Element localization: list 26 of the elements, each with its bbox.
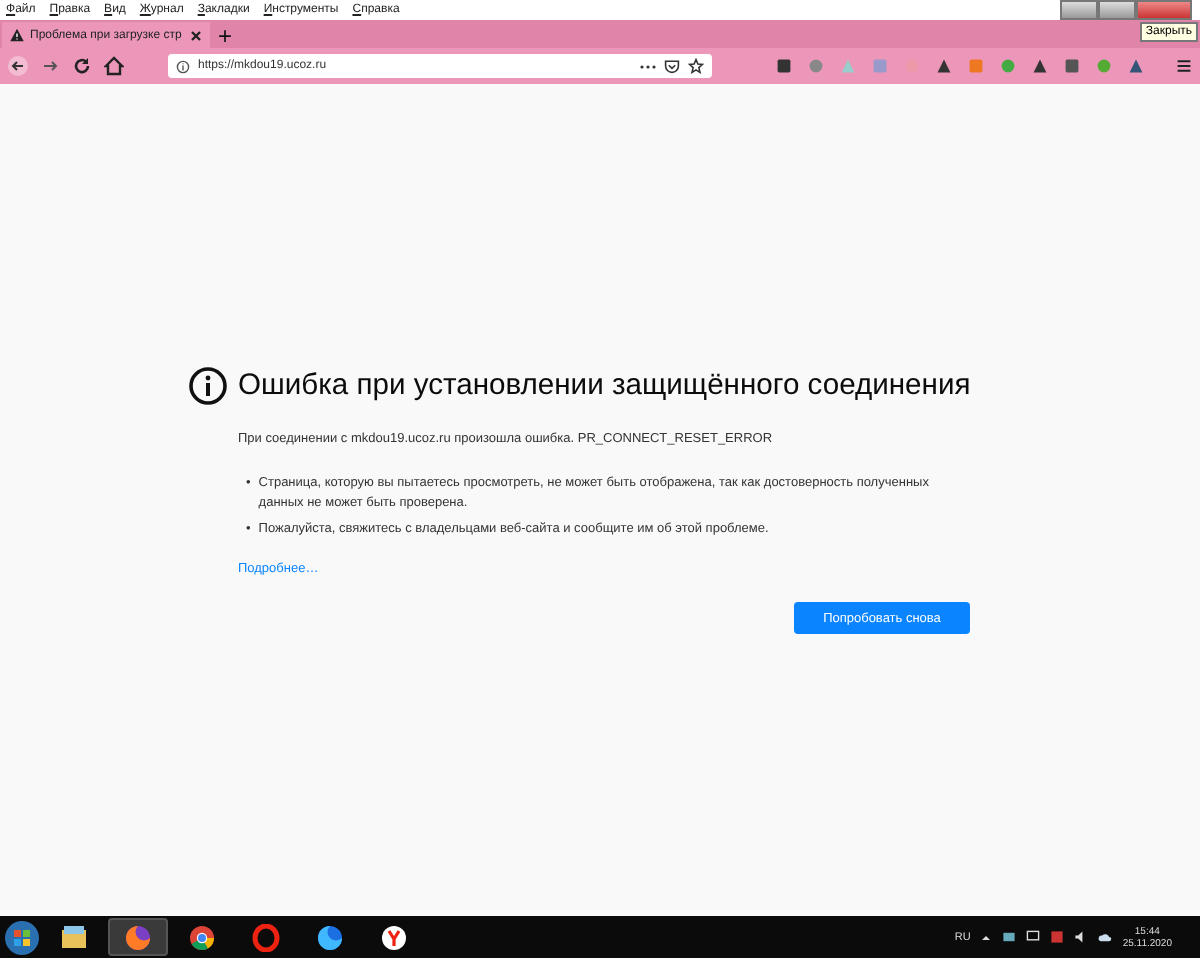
star-icon[interactable] [688, 58, 704, 74]
reload-icon[interactable] [72, 56, 92, 76]
minimize-button[interactable] [1060, 0, 1098, 20]
menu-icon[interactable] [1176, 58, 1192, 74]
more-icon[interactable] [640, 63, 656, 69]
browser-icon [188, 923, 216, 951]
browser-icon [316, 923, 344, 951]
forward-icon[interactable] [40, 56, 60, 76]
browser-icon [252, 923, 280, 951]
home-icon[interactable] [104, 56, 124, 76]
back-icon[interactable] [8, 56, 28, 76]
info-icon[interactable] [176, 59, 190, 73]
pocket-icon[interactable] [664, 58, 680, 74]
new-tab-button[interactable]: + [210, 22, 241, 48]
cloud-icon[interactable] [1098, 930, 1113, 944]
warning-icon [10, 28, 24, 42]
browser-icon [380, 923, 408, 951]
maximize-button[interactable] [1098, 0, 1136, 20]
error-title: Ошибка при установлении защищённого соединения [238, 368, 971, 406]
caret-icon[interactable] [980, 931, 993, 943]
folder-icon [60, 923, 88, 951]
close-tab-icon[interactable] [190, 29, 202, 41]
browser-icon [124, 923, 152, 951]
info-icon [188, 366, 228, 406]
start-button[interactable] [4, 919, 40, 955]
monitor-icon[interactable] [1026, 930, 1041, 944]
